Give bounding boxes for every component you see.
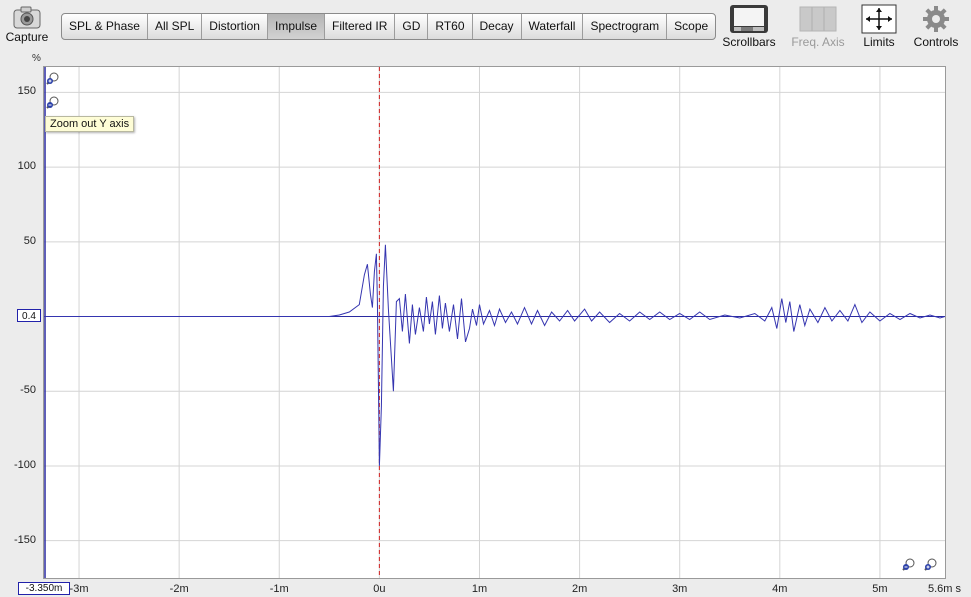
zoom-out-y-tooltip: Zoom out Y axis [45, 116, 135, 132]
y-unit-label: % [32, 53, 41, 64]
tab-impulse[interactable]: Impulse [267, 14, 326, 39]
tab-filtered-ir[interactable]: Filtered IR [325, 14, 396, 39]
x-cursor-readout[interactable]: -3.350m [18, 582, 70, 595]
tab-all-spl[interactable]: All SPL [148, 14, 203, 39]
tab-distortion[interactable]: Distortion [202, 14, 268, 39]
scrollbars-label: Scrollbars [722, 35, 776, 49]
y-tick-label: 100 [17, 160, 36, 173]
freq-axis-button[interactable]: Freq. Axis [786, 3, 850, 49]
zoom-in-x-icon[interactable] [924, 557, 938, 571]
toolbar: Capture SPL & Phase All SPL Distortion Impu… [0, 0, 971, 52]
x-tick-label: -1m [269, 583, 289, 595]
tab-spectrogram[interactable]: Spectrogram [583, 14, 668, 39]
x-tick-label: 5m [872, 583, 888, 595]
capture-label: Capture [5, 30, 49, 44]
x-tick-label: -2m [169, 583, 189, 595]
x-tick-label: 4m [772, 583, 788, 595]
camera-icon [13, 6, 41, 29]
freq-axis-icon [799, 6, 837, 32]
graph-tab-bar: SPL & Phase All SPL Distortion Impulse Filte… [61, 13, 717, 40]
limits-arrows-icon [861, 4, 897, 34]
y-tick-label: 50 [23, 234, 36, 247]
impulse-chart-svg[interactable] [44, 67, 945, 578]
grid-lines [44, 67, 945, 578]
x-tick-label: 3m [672, 583, 688, 595]
tab-spl-phase[interactable]: SPL & Phase [62, 14, 148, 39]
zoom-out-x-icon[interactable] [902, 557, 916, 571]
gear-icon [923, 6, 949, 32]
x-tick-label: -3m [69, 583, 89, 595]
x-tick-label: 2m [571, 583, 588, 595]
x-tick-label: 0u [373, 583, 386, 595]
zoom-in-y-icon[interactable] [46, 71, 60, 85]
tab-scope[interactable]: Scope [667, 14, 715, 39]
y-tick-label: 150 [17, 85, 36, 98]
scrollbars-button[interactable]: Scrollbars [718, 3, 780, 49]
x-axis-end-label: 5.6m s [928, 583, 962, 595]
y-tick-label: -150 [13, 533, 36, 546]
limits-button[interactable]: Limits [855, 3, 903, 49]
tab-gd[interactable]: GD [395, 14, 429, 39]
capture-button[interactable]: Capture [2, 4, 52, 44]
freq-axis-label: Freq. Axis [791, 35, 845, 49]
controls-label: Controls [913, 35, 959, 49]
tab-rt60[interactable]: RT60 [428, 14, 473, 39]
x-tick-label: 1m [471, 583, 488, 595]
limits-label: Limits [863, 35, 895, 49]
tab-decay[interactable]: Decay [473, 14, 522, 39]
zoom-out-y-icon[interactable] [46, 95, 60, 109]
tab-waterfall[interactable]: Waterfall [522, 14, 584, 39]
y-tick-label: -100 [13, 458, 36, 471]
controls-button[interactable]: Controls [908, 3, 964, 49]
impulse-plot[interactable] [43, 66, 946, 579]
y-tick-label: -50 [20, 384, 36, 397]
y-cursor-readout[interactable]: 0.4 [17, 309, 41, 322]
scrollbars-icon [730, 5, 768, 33]
